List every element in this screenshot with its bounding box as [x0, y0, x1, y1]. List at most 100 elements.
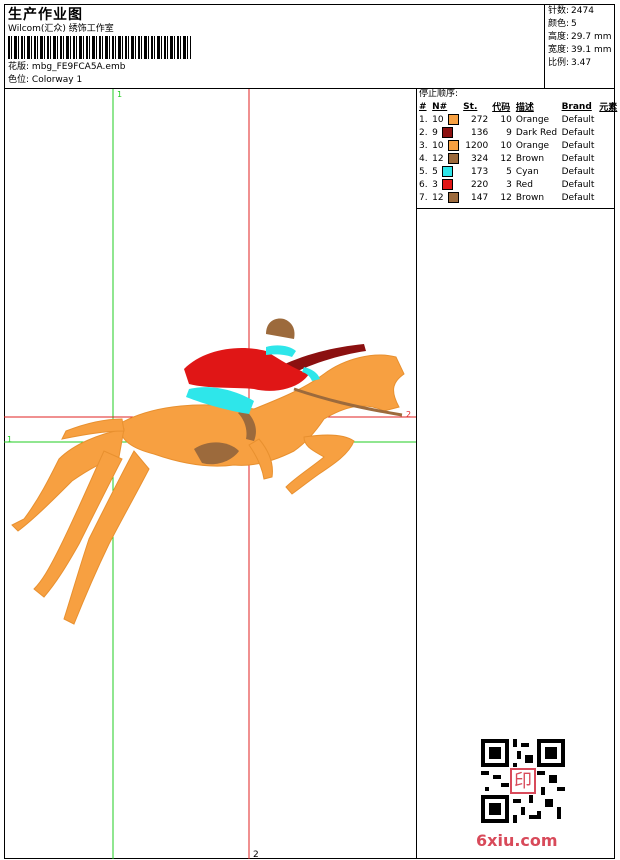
color-swatch: [447, 114, 459, 125]
stat-label: 高度:: [548, 32, 570, 42]
cell-desc: Brown: [515, 153, 545, 164]
column-header: St.: [463, 101, 478, 112]
cell-idx: 6.: [419, 179, 428, 190]
stat-value: 3.47: [571, 58, 592, 68]
design-canvas: 1 1 2 2: [4, 89, 416, 859]
column-header: 元素: [599, 103, 618, 113]
colorway-label: 色位:: [8, 75, 30, 85]
cell-desc: Orange: [515, 114, 550, 125]
cell-idx: 2.: [419, 127, 428, 138]
design-file-row: 花版: mbg_FE9FCA5A.emb: [8, 62, 125, 73]
cell-element: [597, 178, 620, 191]
site-logo: 6xiu.com: [476, 831, 558, 850]
colorway-row: 色位: Colorway 1: [8, 75, 82, 86]
cell-brand: Default: [561, 166, 595, 177]
cell-idx: 4.: [419, 153, 428, 164]
cell-n-swatch: 10: [430, 113, 461, 126]
stat-label: 针数:: [548, 6, 570, 16]
red-axis-right-label: 2: [406, 410, 411, 419]
cell-brand: Default: [561, 114, 595, 125]
stat-value: 2474: [571, 6, 594, 16]
stat-row: 颜色: 5: [548, 18, 611, 31]
colorway-name: Colorway 1: [31, 75, 83, 85]
table-row: 5. 5 173 5 Cyan Default: [417, 165, 620, 178]
company-name: Wilcom(汇众) 绣饰工作室: [8, 24, 114, 34]
color-swatch: [441, 127, 453, 138]
stat-value: 39.1 mm: [571, 45, 612, 55]
cell-st: 136: [471, 127, 489, 138]
stat-row: 高度: 29.7 mm: [548, 31, 611, 44]
cell-code: 10: [500, 140, 512, 151]
cell-brand: Default: [561, 140, 595, 151]
cell-n-swatch: 3: [430, 178, 461, 191]
column-header: N#: [432, 101, 448, 112]
color-swatch: [447, 192, 459, 203]
cell-code: 5: [506, 166, 512, 177]
cell-code: 10: [500, 114, 512, 125]
cell-element: [597, 126, 620, 139]
color-swatch: [447, 140, 459, 151]
stat-label: 颜色:: [548, 19, 570, 29]
cell-idx: 5.: [419, 166, 428, 177]
table-divider: [416, 208, 615, 209]
stat-row: 针数: 2474: [548, 5, 611, 18]
cell-n: 9: [432, 128, 438, 138]
design-file-label: 花版:: [8, 62, 30, 72]
stat-row: 宽度: 39.1 mm: [548, 44, 611, 57]
cell-element: [597, 165, 620, 178]
cell-st: 147: [471, 192, 489, 203]
cell-n: 12: [432, 193, 444, 203]
page-title: 生产作业图: [8, 7, 83, 23]
cell-idx: 1.: [419, 114, 428, 125]
cell-code: 12: [500, 153, 512, 164]
cell-n-swatch: 9: [430, 126, 461, 139]
qr-code: 印: [481, 739, 565, 823]
color-swatch: [441, 166, 453, 177]
stat-value: 5: [571, 19, 577, 29]
cell-n: 10: [432, 141, 444, 151]
color-swatch: [447, 153, 459, 164]
green-axis-top-label: 1: [117, 90, 122, 99]
cell-code: 9: [506, 127, 512, 138]
green-axis-left-label: 1: [7, 435, 12, 444]
cell-desc: Dark Red: [515, 127, 558, 138]
table-row: 3. 10 1200 10 Orange Default: [417, 139, 620, 152]
cell-element: [597, 113, 620, 126]
cell-st: 1200: [465, 140, 489, 151]
cell-desc: Red: [515, 179, 533, 190]
column-header: #: [419, 101, 427, 112]
cell-code: 3: [506, 179, 512, 190]
rider-helmet-brown: [266, 318, 295, 339]
cell-brand: Default: [561, 179, 595, 190]
cell-desc: Orange: [515, 140, 550, 151]
cell-n-swatch: 12: [430, 152, 461, 165]
cell-st: 173: [471, 166, 489, 177]
cell-n: 10: [432, 115, 444, 125]
cell-st: 220: [471, 179, 489, 190]
column-header: Brand: [561, 101, 592, 112]
cell-element: [597, 139, 620, 152]
cell-brand: Default: [561, 153, 595, 164]
cell-st: 324: [471, 153, 489, 164]
column-header: 描述: [515, 103, 534, 113]
cell-element: [597, 152, 620, 165]
cell-code: 12: [500, 192, 512, 203]
cell-idx: 7.: [419, 192, 428, 203]
table-row: 2. 9 136 9 Dark Red Default: [417, 126, 620, 139]
stop-sequence-title: 停止顺序:: [419, 89, 459, 99]
cell-n: 5: [432, 167, 438, 177]
table-row: 6. 3 220 3 Red Default: [417, 178, 620, 191]
stat-value: 29.7 mm: [571, 32, 612, 42]
stat-label: 宽度:: [548, 45, 570, 55]
stats-divider: [544, 4, 545, 88]
table-row: 1. 10 272 10 Orange Default: [417, 113, 620, 126]
stats-panel: 针数: 2474 颜色: 5 高度: 29.7 mm 宽度: 39.1 mm 比例: 3.47: [548, 5, 611, 70]
qr-seal-text: 印: [514, 771, 532, 792]
design-file-name: mbg_FE9FCA5A.emb: [31, 62, 126, 72]
stop-sequence-table: # N# St. 代码 描述 Brand 元素 1. 10 272 10 Orange Default 2…: [417, 100, 620, 204]
red-axis-bottom-label: 2: [253, 850, 259, 859]
cell-desc: Cyan: [515, 166, 539, 177]
cell-st: 272: [471, 114, 489, 125]
table-row: 4. 12 324 12 Brown Default: [417, 152, 620, 165]
cell-n: 12: [432, 154, 444, 164]
